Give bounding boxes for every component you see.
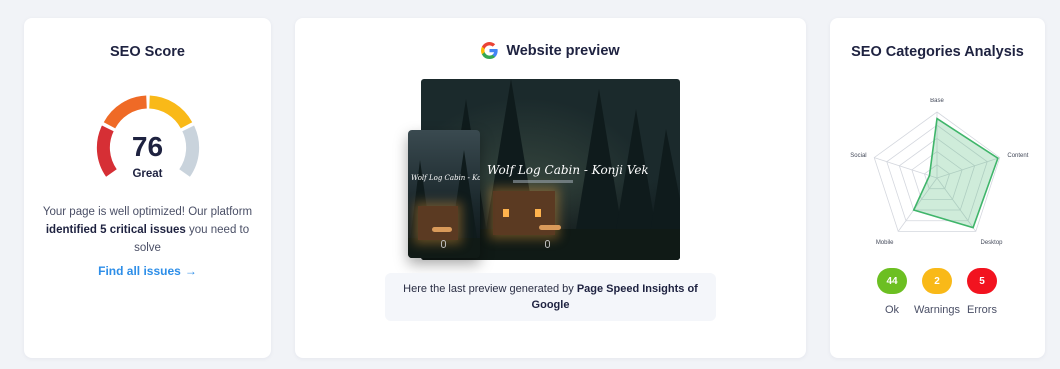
mobile-site-button xyxy=(432,227,452,232)
mobile-scroll-mouse-icon xyxy=(441,240,446,248)
scroll-mouse-icon xyxy=(545,240,550,248)
desktop-site-button xyxy=(539,225,561,230)
website-preview-header: Website preview xyxy=(295,42,806,59)
find-all-issues-link[interactable]: Find all issues → xyxy=(24,264,271,278)
cabin-window xyxy=(503,209,509,217)
radar-axis-label-social: Social xyxy=(850,153,866,159)
badge-warnings-count: 2 xyxy=(922,268,952,294)
desktop-site-subtitle xyxy=(513,180,573,183)
gauge-segment-orange xyxy=(103,95,148,129)
seo-score-desc-text-1: Your page is well optimized! Our platfor… xyxy=(42,206,253,218)
gauge-segment-yellow xyxy=(148,95,193,129)
seo-score-value: 76 xyxy=(131,131,164,162)
mobile-cabin-image xyxy=(418,206,458,240)
radar-axis-label-mobile: Mobile xyxy=(876,240,894,246)
cabin-window xyxy=(535,209,541,217)
website-preview-title: Website preview xyxy=(506,42,620,59)
seo-score-rating: Great xyxy=(132,168,163,180)
desktop-site-title: Wolf Log Cabin - Konji Vek xyxy=(487,163,649,177)
find-all-issues-label: Find all issues xyxy=(98,264,181,278)
radar-axis-line xyxy=(874,157,938,179)
badge-ok-count: 44 xyxy=(877,268,907,294)
preview-caption: Here the last preview generated by Page … xyxy=(385,273,716,321)
arrow-right-icon: → xyxy=(184,264,197,278)
seo-score-desc-bold: identified 5 critical issues xyxy=(45,224,186,236)
seo-score-card: SEO Score 76 Great Your page is well opt… xyxy=(24,18,271,358)
seo-score-title: SEO Score xyxy=(110,44,185,60)
mobile-screenshot: Wolf Log Cabin - Konji Vek xyxy=(408,130,480,258)
radar-axis-label-desktop: Desktop xyxy=(980,240,1003,246)
radar-axis-label-base: Base xyxy=(930,98,944,104)
badge-errors-label: Errors xyxy=(967,304,997,316)
website-preview-card: Website preview Wolf Log Cabin - Konji V… xyxy=(295,18,806,358)
radar-axis-label-content: Content xyxy=(1007,153,1028,159)
mobile-site-title: Wolf Log Cabin - Konji Vek xyxy=(411,174,480,182)
seo-categories-card: SEO Categories Analysis Base Content Deskt… xyxy=(830,18,1045,358)
seo-score-description: Your page is well optimized! Our platfor… xyxy=(42,203,253,257)
google-icon xyxy=(481,42,498,59)
radar-data-area xyxy=(912,117,999,229)
seo-categories-radar-chart: Base Content Desktop Mobile Social xyxy=(850,98,1028,246)
preview-caption-text: Here the last preview generated by xyxy=(403,283,577,295)
seo-categories-title: SEO Categories Analysis xyxy=(851,44,1024,60)
badge-errors-count: 5 xyxy=(967,268,997,294)
